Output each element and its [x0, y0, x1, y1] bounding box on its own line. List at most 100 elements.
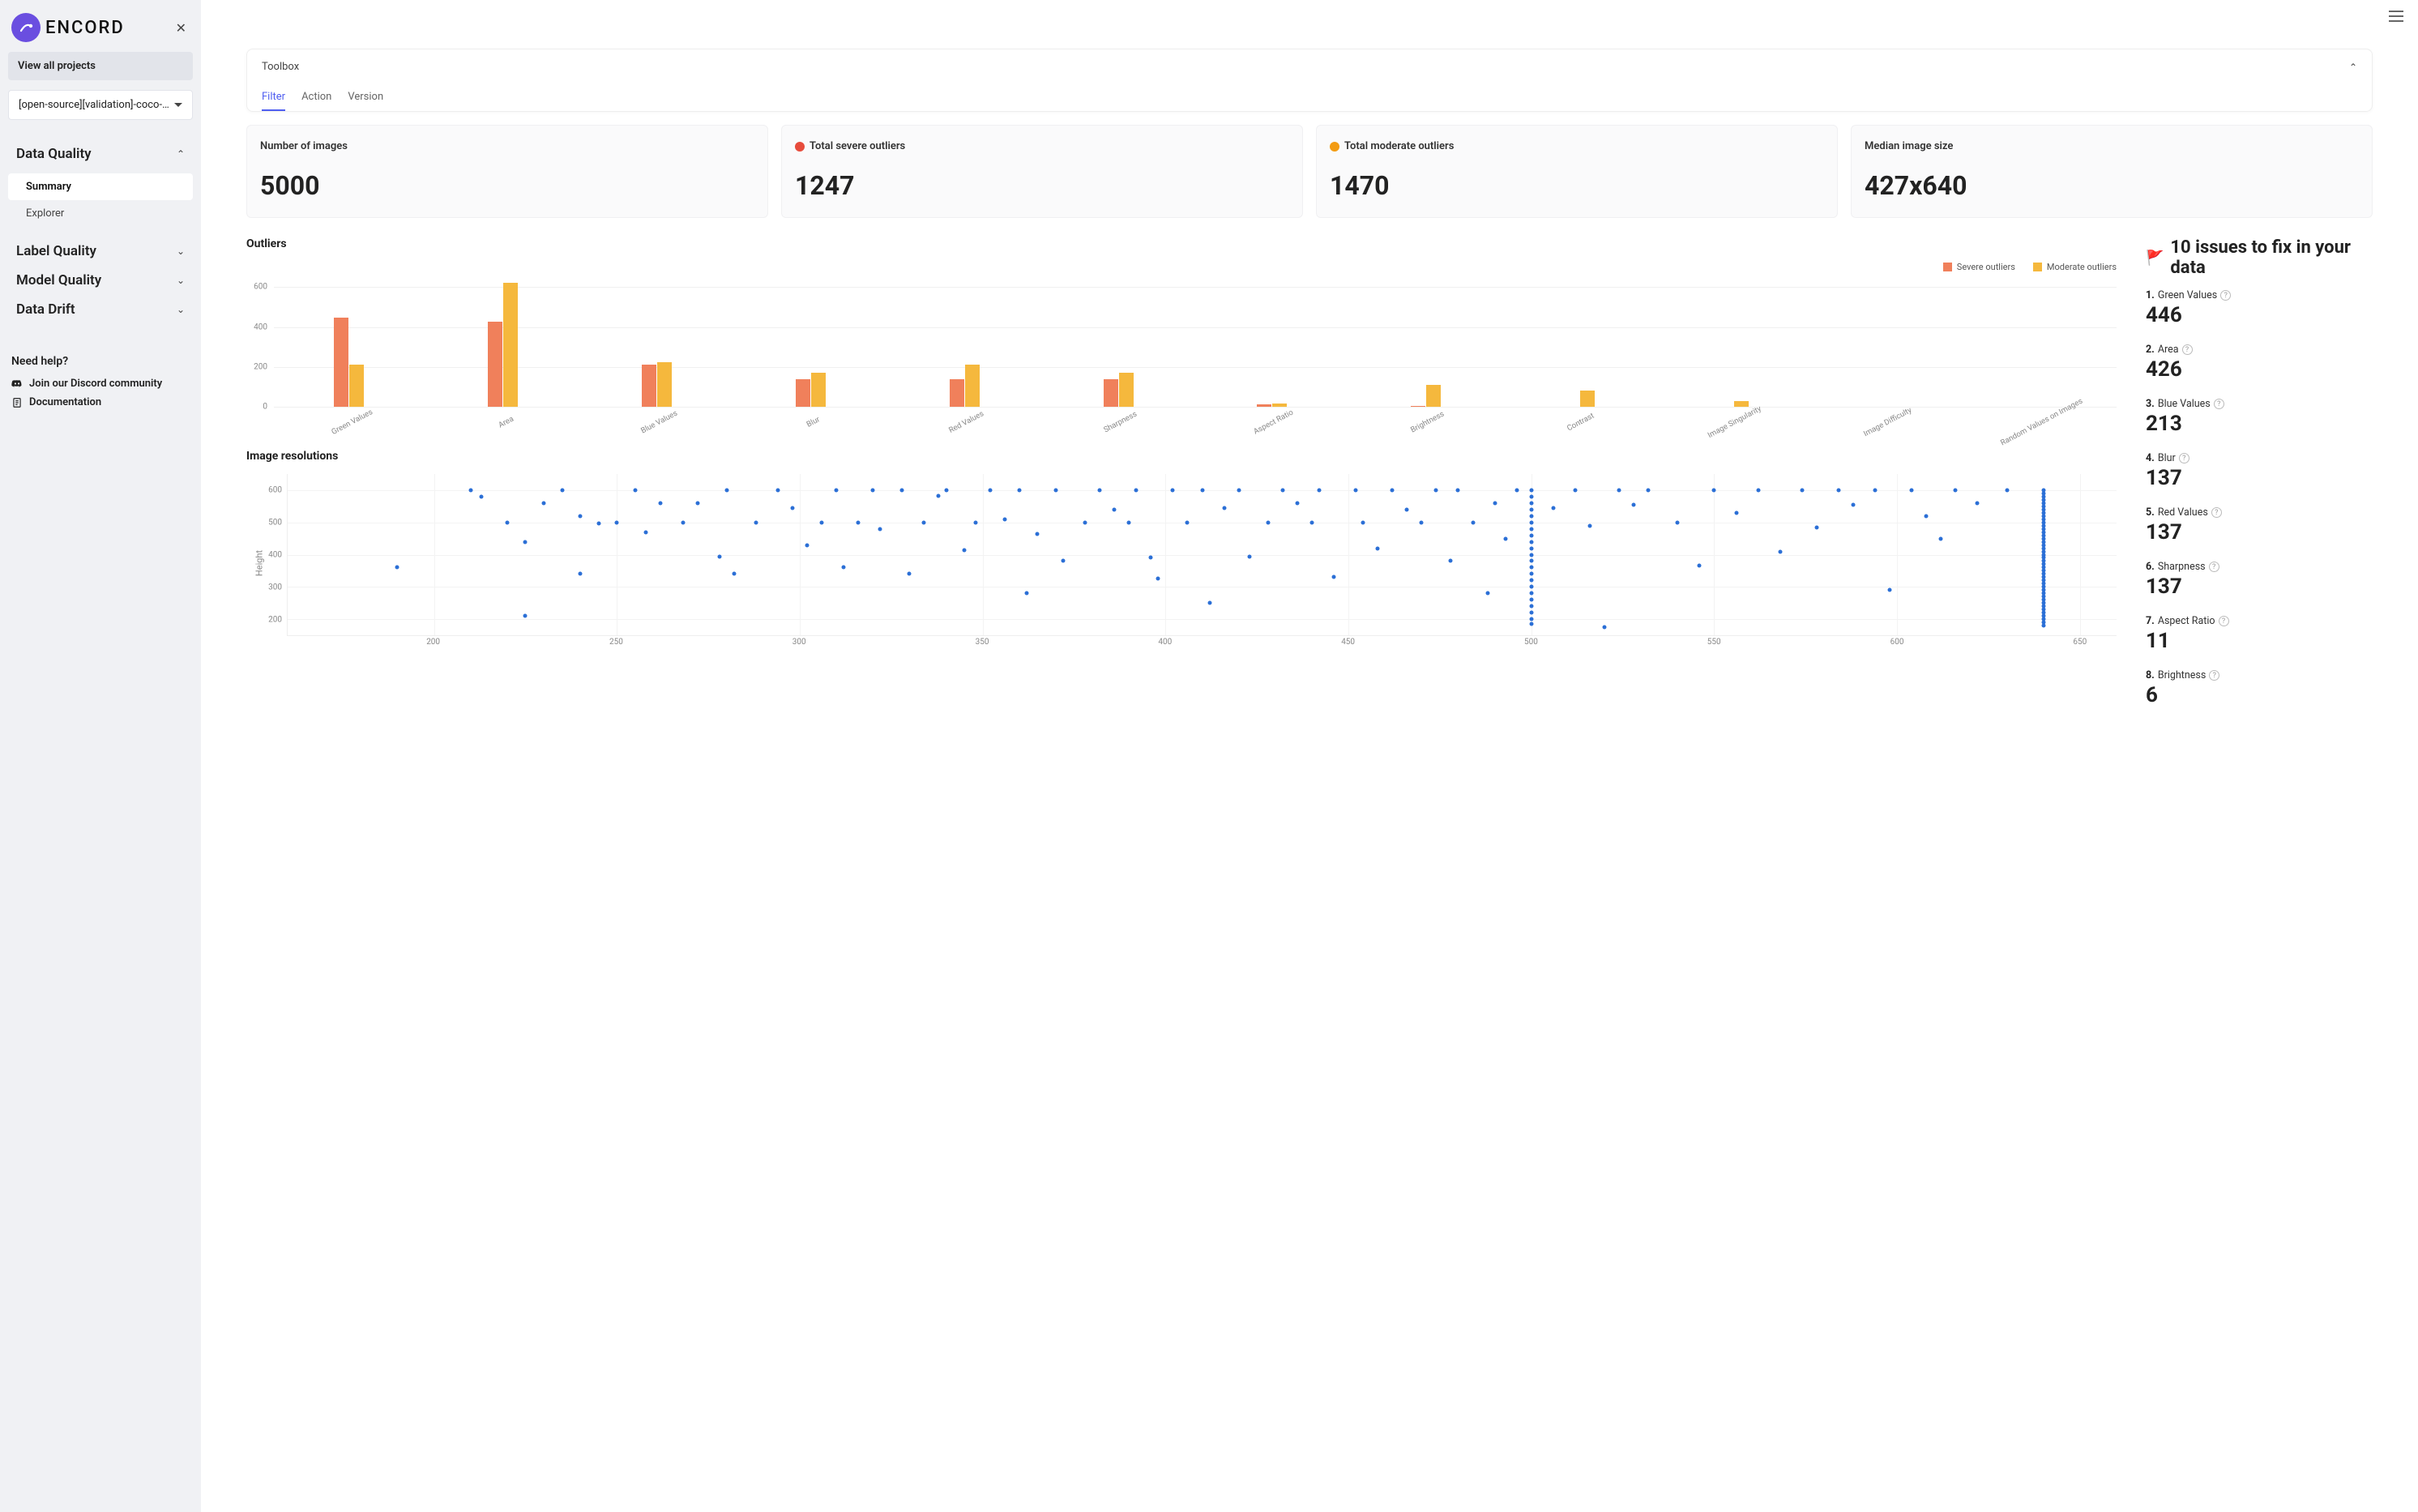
issue-item[interactable]: 7. Aspect Ratio ?11	[2146, 615, 2373, 653]
help-icon[interactable]: ?	[2209, 562, 2219, 572]
scatter-point[interactable]	[1529, 507, 1533, 511]
scatter-point[interactable]	[1551, 506, 1555, 510]
scatter-point[interactable]	[1514, 488, 1519, 492]
scatter-point[interactable]	[1200, 488, 1204, 492]
scatter-point[interactable]	[1529, 585, 1533, 589]
help-icon[interactable]: ?	[2220, 290, 2231, 301]
scatter-point[interactable]	[1529, 546, 1533, 550]
view-all-projects-button[interactable]: View all projects	[8, 52, 193, 80]
bar[interactable]	[965, 365, 980, 407]
issue-item[interactable]: 3. Blue Values ?213	[2146, 398, 2373, 436]
bar[interactable]	[503, 283, 518, 407]
scatter-point[interactable]	[1493, 501, 1497, 505]
scatter-point[interactable]	[1529, 592, 1533, 596]
issue-item[interactable]: 2. Area ?426	[2146, 344, 2373, 382]
scatter-point[interactable]	[1910, 488, 1914, 492]
scatter-point[interactable]	[1332, 575, 1336, 579]
scatter-point[interactable]	[973, 520, 977, 524]
close-icon[interactable]: ✕	[173, 17, 190, 39]
nav-item-summary[interactable]: Summary	[8, 173, 193, 200]
scatter-point[interactable]	[1471, 520, 1475, 524]
scatter-point[interactable]	[1309, 520, 1314, 524]
bar[interactable]	[349, 365, 364, 407]
scatter-point[interactable]	[937, 493, 941, 498]
bar[interactable]	[1119, 373, 1134, 407]
scatter-point[interactable]	[1632, 502, 1636, 506]
scatter-point[interactable]	[857, 520, 861, 524]
scatter-point[interactable]	[1617, 488, 1621, 492]
scatter-point[interactable]	[644, 530, 648, 534]
scatter-point[interactable]	[1698, 564, 1702, 568]
scatter-point[interactable]	[835, 488, 839, 492]
bar[interactable]	[1104, 379, 1118, 407]
scatter-point[interactable]	[523, 540, 528, 544]
bar[interactable]	[811, 373, 826, 407]
scatter-point[interactable]	[1434, 488, 1438, 492]
collapse-icon[interactable]: ⌃	[2349, 62, 2357, 73]
scatter-point[interactable]	[695, 501, 699, 505]
scatter-point[interactable]	[1529, 598, 1533, 602]
scatter-point[interactable]	[2005, 488, 2009, 492]
scatter-point[interactable]	[1186, 520, 1190, 524]
scatter-point[interactable]	[1376, 546, 1380, 550]
scatter-point[interactable]	[1456, 488, 1460, 492]
scatter-point[interactable]	[871, 488, 875, 492]
scatter-point[interactable]	[1449, 559, 1453, 563]
scatter-point[interactable]	[1573, 488, 1577, 492]
scatter-point[interactable]	[505, 520, 509, 524]
scatter-point[interactable]	[1712, 488, 1716, 492]
scatter-point[interactable]	[1024, 592, 1028, 596]
menu-icon[interactable]	[2389, 10, 2403, 25]
nav-section-label-quality[interactable]: Label Quality⌄	[8, 237, 193, 266]
scatter-point[interactable]	[1529, 566, 1533, 570]
scatter-point[interactable]	[1925, 514, 1929, 518]
scatter-point[interactable]	[1222, 506, 1226, 510]
scatter-point[interactable]	[908, 572, 912, 576]
scatter-point[interactable]	[1851, 502, 1855, 506]
bar-group[interactable]	[1197, 404, 1348, 407]
scatter-point[interactable]	[1485, 592, 1489, 596]
scatter-point[interactable]	[1354, 488, 1358, 492]
scatter-point[interactable]	[1676, 520, 1680, 524]
scatter-point[interactable]	[900, 488, 904, 492]
scatter-point[interactable]	[1939, 536, 1943, 540]
help-icon[interactable]: ?	[2219, 616, 2229, 626]
scatter-point[interactable]	[1529, 579, 1533, 583]
scatter-point[interactable]	[944, 488, 948, 492]
scatter-point[interactable]	[1529, 611, 1533, 615]
scatter-point[interactable]	[732, 572, 736, 576]
bar[interactable]	[642, 365, 656, 407]
scatter-point[interactable]	[1036, 532, 1040, 536]
scatter-point[interactable]	[1814, 525, 1818, 529]
help-icon[interactable]: ?	[2211, 507, 2222, 518]
scatter-point[interactable]	[922, 520, 926, 524]
scatter-point[interactable]	[1156, 577, 1160, 581]
bar[interactable]	[1257, 404, 1271, 407]
nav-section-model-quality[interactable]: Model Quality⌄	[8, 266, 193, 295]
bar[interactable]	[334, 318, 348, 407]
scatter-point[interactable]	[1127, 520, 1131, 524]
bar[interactable]	[1411, 406, 1425, 407]
help-icon[interactable]: ?	[2182, 344, 2193, 355]
scatter-point[interactable]	[1529, 520, 1533, 524]
bar[interactable]	[488, 322, 502, 407]
scatter-point[interactable]	[1529, 622, 1533, 626]
scatter-point[interactable]	[1207, 601, 1211, 605]
scatter-point[interactable]	[1248, 554, 1252, 558]
discord-link[interactable]: Join our Discord community	[11, 374, 190, 393]
scatter-point[interactable]	[1171, 488, 1175, 492]
scatter-point[interactable]	[1420, 520, 1424, 524]
project-selector[interactable]: [open-source][validation]-coco-2017	[8, 90, 193, 120]
scatter-point[interactable]	[1053, 488, 1057, 492]
scatter-point[interactable]	[1017, 488, 1021, 492]
scatter-point[interactable]	[1647, 488, 1651, 492]
scatter-point[interactable]	[1280, 488, 1284, 492]
scatter-point[interactable]	[523, 614, 528, 618]
scatter-point[interactable]	[1529, 514, 1533, 518]
scatter-point[interactable]	[1888, 588, 1892, 592]
scatter-point[interactable]	[1529, 494, 1533, 498]
scatter-point[interactable]	[1295, 501, 1299, 505]
scatter-point[interactable]	[724, 488, 728, 492]
scatter-point[interactable]	[1529, 527, 1533, 531]
scatter-point[interactable]	[1083, 520, 1087, 524]
